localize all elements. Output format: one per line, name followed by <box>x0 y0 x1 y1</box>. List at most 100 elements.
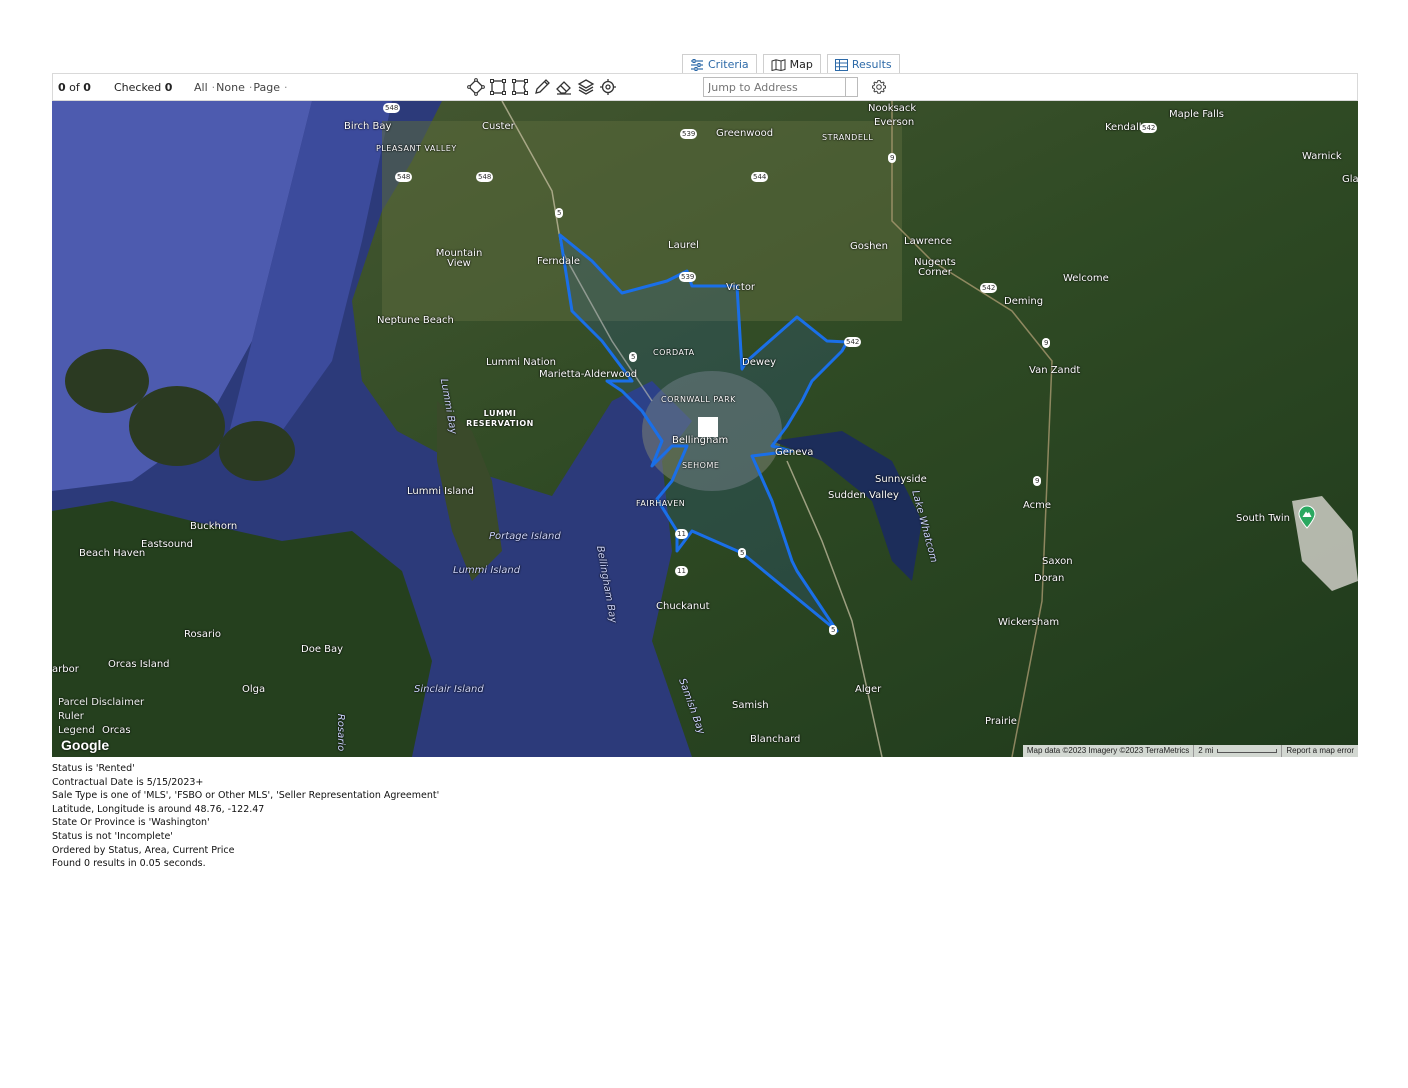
map-label: Welcome <box>1063 273 1109 284</box>
table-icon <box>834 58 848 71</box>
draw-polygon-button[interactable] <box>466 77 486 97</box>
map-label: STRANDELL <box>822 133 874 142</box>
map-icon <box>771 58 786 71</box>
map-toolbar: 0 of 0 Checked 0 All ·None ·Page · <box>52 73 1358 101</box>
checked-value: 0 <box>164 81 173 94</box>
map-label: Portage Island <box>489 531 561 542</box>
jump-to-address-input[interactable] <box>703 77 858 97</box>
map-label: Nooksack <box>868 103 917 114</box>
edit-shape-button[interactable] <box>510 77 530 97</box>
map-label: Beach Haven <box>79 548 146 559</box>
summary-line: Latitude, Longitude is around 48.76, -12… <box>52 803 265 815</box>
map-label: Wickersham <box>998 617 1060 628</box>
map-label: Greenwood <box>716 128 774 139</box>
highway-shield: 11 <box>675 566 688 576</box>
map-label: Buckhorn <box>190 521 238 532</box>
map-label: Orcas Island <box>108 659 170 670</box>
map-label: Victor <box>726 282 756 293</box>
map-label: Nugents Corner <box>914 257 956 278</box>
map-scale[interactable]: 2 mi <box>1193 745 1283 757</box>
map-attribution-bar: Map data ©2023 Imagery ©2023 TerraMetric… <box>1022 745 1358 757</box>
map-label: Blanchard <box>750 734 801 745</box>
sliders-icon <box>691 58 703 71</box>
scale-label: 2 mi <box>1198 746 1214 755</box>
map-attribution[interactable]: Map data ©2023 Imagery ©2023 TerraMetric… <box>1023 745 1193 757</box>
count-total: 0 <box>83 81 91 94</box>
erase-shape-button[interactable] <box>554 77 574 97</box>
rectangle-icon <box>490 79 506 95</box>
gear-icon[interactable] <box>871 79 887 95</box>
map-label: Ferndale <box>537 256 581 267</box>
mountain-pin-icon[interactable] <box>1298 505 1316 529</box>
map-label: Neptune Beach <box>377 315 454 326</box>
map-label: Birch Bay <box>344 121 392 132</box>
map-label: Rosario <box>184 629 221 640</box>
results-found: Found 0 results in 0.05 seconds. <box>52 858 206 870</box>
select-page-link[interactable]: Page <box>253 81 280 94</box>
summary-line: Contractual Date is 5/15/2023+ <box>52 776 204 788</box>
locate-icon <box>600 79 616 95</box>
report-map-error-link[interactable]: Report a map error <box>1282 745 1358 757</box>
highway-shield: 11 <box>675 529 688 539</box>
map-label: Sinclair Island <box>414 684 484 695</box>
tab-results[interactable]: Results <box>826 54 900 74</box>
map-label: Deming <box>1004 296 1044 307</box>
summary-line: State Or Province is 'Washington' <box>52 817 210 829</box>
select-all-link[interactable]: All <box>194 81 208 94</box>
map-label: Sunnyside <box>875 474 927 485</box>
result-count: 0 of 0 <box>58 81 91 94</box>
map-label: Lummi Island <box>453 565 521 576</box>
highway-shield: 542 <box>844 337 862 347</box>
select-none-link[interactable]: None <box>216 81 245 94</box>
map-label: Lawrence <box>904 236 952 247</box>
map-label: Dewey <box>742 357 777 368</box>
map-label: Gla <box>1342 174 1358 185</box>
highway-shield: 548 <box>395 172 413 182</box>
map-label: Lummi Island <box>407 486 474 497</box>
map-canvas[interactable]: Birch Bay Custer PLEASANT VALLEY Greenwo… <box>52 101 1358 757</box>
map-label: LUMMI RESERVATION <box>466 409 534 428</box>
tab-map-label: Map <box>789 58 813 71</box>
map-side-links: Parcel Disclaimer Ruler Legend <box>58 696 144 738</box>
map-label: Rosario <box>335 713 347 752</box>
map-label: Olga <box>242 684 266 695</box>
highway-shield: 542 <box>1140 123 1158 133</box>
summary-line: Sale Type is one of 'MLS', 'FSBO or Othe… <box>52 790 440 802</box>
map-label: Maple Falls <box>1169 109 1224 120</box>
summary-line: Status is 'Rented' <box>52 763 135 774</box>
tab-results-label: Results <box>851 58 892 71</box>
draw-rectangle-button[interactable] <box>488 77 508 97</box>
tab-criteria-label: Criteria <box>708 58 749 71</box>
map-layers-button[interactable] <box>576 77 596 97</box>
count-of: of <box>69 81 80 94</box>
map-label: SEHOME <box>682 461 720 470</box>
map-center-marker[interactable] <box>698 417 718 437</box>
rectangle-edit-icon <box>512 79 528 95</box>
tab-criteria[interactable]: Criteria <box>682 54 757 74</box>
tab-map[interactable]: Map <box>762 54 821 74</box>
map-label: Mountain View <box>435 248 483 269</box>
count-current: 0 <box>58 81 66 94</box>
ruler-link[interactable]: Ruler <box>58 710 144 724</box>
jump-to-address-button[interactable] <box>845 77 859 97</box>
map-label: Warnick <box>1302 151 1342 162</box>
map-label: Samish <box>732 700 769 711</box>
map-label: Goshen <box>850 241 888 252</box>
parcel-disclaimer-link[interactable]: Parcel Disclaimer <box>58 696 144 710</box>
map-label: Laurel <box>668 240 699 251</box>
criteria-summary: Status is 'Rented' Contractual Date is 5… <box>52 762 439 871</box>
map-draw-tools <box>466 77 618 97</box>
map-label: Custer <box>482 121 515 132</box>
locate-button[interactable] <box>598 77 618 97</box>
legend-link[interactable]: Legend <box>58 724 144 738</box>
map-label: arbor <box>52 664 79 675</box>
highway-shield: 539 <box>679 272 697 282</box>
map-label: Sudden Valley <box>828 490 899 501</box>
map-label: Van Zandt <box>1029 365 1081 376</box>
freehand-draw-button[interactable] <box>532 77 552 97</box>
map-label: Saxon <box>1042 556 1073 567</box>
summary-line: Ordered by Status, Area, Current Price <box>52 844 235 856</box>
highway-shield: 548 <box>476 172 494 182</box>
map-label: Prairie <box>985 716 1017 727</box>
checked-count: Checked 0 <box>114 81 172 94</box>
